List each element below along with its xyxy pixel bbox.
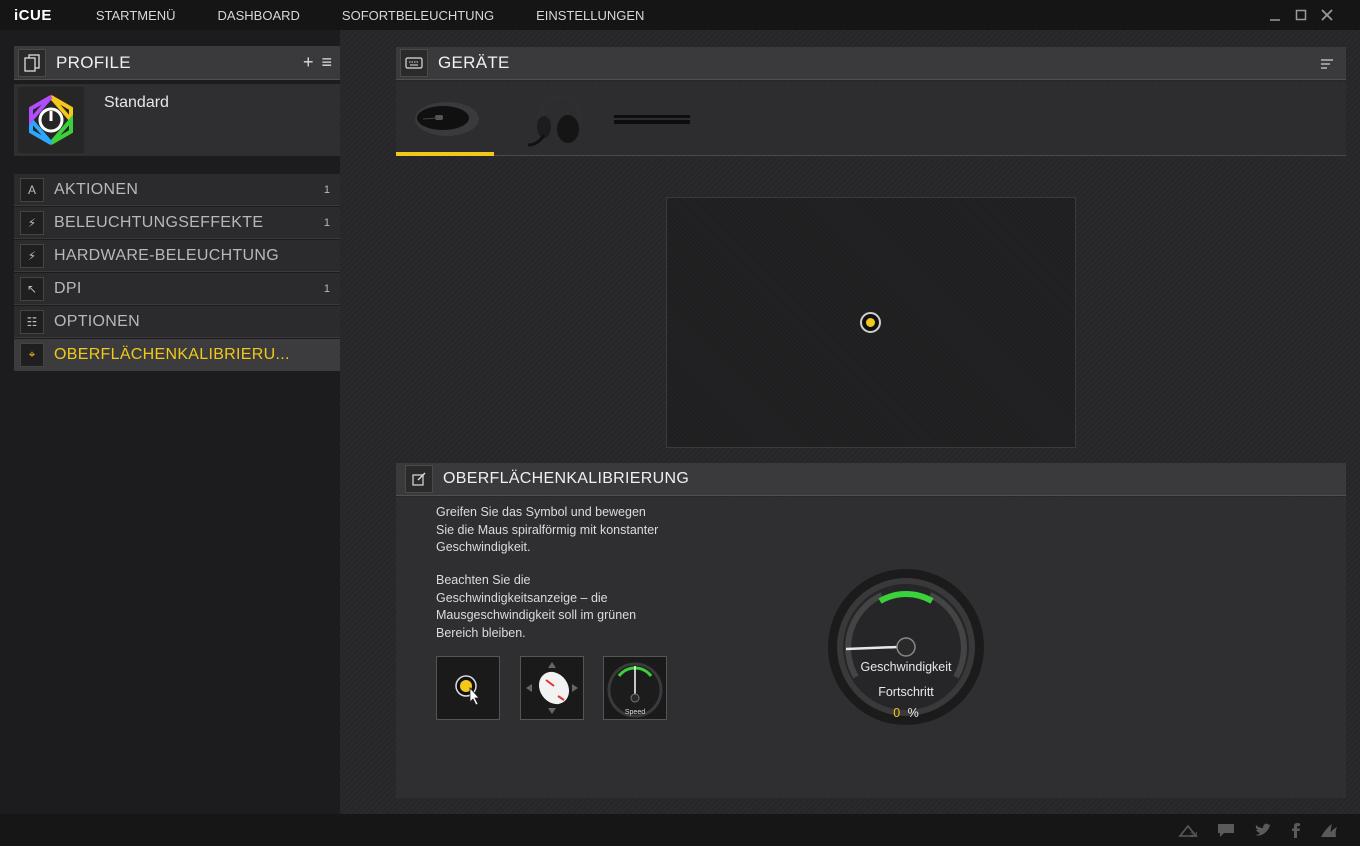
- nav-dashboard[interactable]: DASHBOARD: [218, 8, 300, 23]
- profile-name: Standard: [104, 94, 169, 111]
- menu-item-count: 1: [323, 282, 330, 295]
- profile-menu: A AKTIONEN 1 ⚡ BELEUCHTUNGSEFFEKTE 1 ⚡ H…: [14, 174, 340, 371]
- step-move-mouse-icon: [520, 656, 584, 720]
- profiles-icon: [18, 48, 46, 77]
- headset-icon: [527, 93, 583, 147]
- menu-item-dpi[interactable]: ↖ DPI 1: [14, 273, 340, 305]
- instruction-text-1: Greifen Sie das Symbol und bewegen Sie d…: [436, 505, 659, 554]
- menu-item-label: OBERFLÄCHENKALIBRIERU...: [54, 345, 290, 363]
- left-panel: PROFILE + ≡ Standard A AKTIONEN 1 ⚡ BELE…: [14, 46, 340, 372]
- keyboard-icon: [400, 49, 428, 77]
- crosshair-icon: ⌖: [20, 342, 44, 367]
- nav-startmenu[interactable]: STARTMENÜ: [96, 8, 176, 23]
- nav-instant-lighting[interactable]: SOFORTBELEUCHTUNG: [342, 8, 494, 23]
- progress-unit: %: [907, 706, 919, 720]
- support-icon[interactable]: 24: [1178, 822, 1198, 841]
- device-tabs: [396, 82, 1346, 156]
- lightning-icon: ⚡: [20, 243, 44, 268]
- progress-value: 0: [893, 706, 901, 720]
- menu-item-label: OPTIONEN: [54, 312, 140, 330]
- mouse-icon: [415, 102, 479, 136]
- corsair-logo-icon[interactable]: [1320, 822, 1340, 841]
- twitter-icon[interactable]: [1254, 822, 1272, 841]
- devices-title: GERÄTE: [438, 53, 510, 72]
- mousepad-icon: [614, 115, 690, 124]
- sort-menu-icon[interactable]: [1320, 57, 1334, 75]
- menu-item-label: DPI: [54, 279, 82, 297]
- edit-icon: [405, 465, 433, 493]
- device-tab-mouse[interactable]: [396, 82, 494, 156]
- menu-item-label: AKTIONEN: [54, 180, 139, 198]
- menu-item-count: 1: [323, 183, 330, 196]
- profiles-menu-button[interactable]: ≡: [321, 52, 332, 73]
- instruction-text-2: Beachten Sie die Geschwindigkeitsanzeige…: [436, 573, 637, 640]
- calibration-target-handle[interactable]: [860, 312, 881, 333]
- progress-readout: 0 %: [826, 706, 986, 720]
- gauge-speed-label: Geschwindigkeit: [860, 660, 952, 674]
- menu-item-actions[interactable]: A AKTIONEN 1: [14, 174, 340, 206]
- gauge-progress-label: Fortschritt: [878, 685, 934, 699]
- profile-item-standard[interactable]: Standard: [14, 84, 340, 156]
- forum-chat-icon[interactable]: [1216, 822, 1236, 841]
- menu-item-count: 1: [323, 216, 330, 229]
- menu-item-label: HARDWARE-BELEUCHTUNG: [54, 246, 279, 264]
- svg-text:24: 24: [1190, 832, 1198, 838]
- title-bar: iCUE STARTMENÜ DASHBOARD SOFORTBELEUCHTU…: [0, 0, 1360, 30]
- footer-bar: 24: [0, 814, 1360, 846]
- menu-item-lighting-effects[interactable]: ⚡ BELEUCHTUNGSEFFEKTE 1: [14, 207, 340, 239]
- lightning-icon: ⚡: [20, 210, 44, 235]
- maximize-icon[interactable]: [1288, 6, 1314, 24]
- menu-item-hardware-lighting[interactable]: ⚡ HARDWARE-BELEUCHTUNG: [14, 240, 340, 272]
- device-tab-headset[interactable]: [506, 82, 604, 156]
- profiles-header: PROFILE + ≡: [14, 46, 340, 80]
- menu-item-surface-calibration[interactable]: ⌖ OBERFLÄCHENKALIBRIERU...: [14, 339, 340, 371]
- step-grab-icon: [436, 656, 500, 720]
- add-profile-button[interactable]: +: [303, 52, 314, 73]
- step-speed-gauge-icon: Speed: [603, 656, 667, 720]
- thumb-speed-label: Speed: [625, 709, 645, 716]
- devices-header: GERÄTE: [396, 47, 1346, 80]
- facebook-icon[interactable]: [1290, 822, 1302, 841]
- nav-settings[interactable]: EINSTELLUNGEN: [536, 8, 644, 23]
- profile-logo-icon: [18, 87, 84, 153]
- close-icon[interactable]: [1314, 6, 1340, 24]
- menu-item-options[interactable]: ☷ OPTIONEN: [14, 306, 340, 338]
- device-tab-mousepad[interactable]: [602, 82, 702, 156]
- cursor-icon: ↖: [20, 276, 44, 301]
- profiles-title: PROFILE: [56, 52, 131, 72]
- letter-a-icon: A: [20, 177, 44, 202]
- menu-item-label: BELEUCHTUNGSEFFEKTE: [54, 213, 264, 231]
- app-logo: iCUE: [14, 6, 52, 24]
- calibration-title: OBERFLÄCHENKALIBRIERUNG: [443, 470, 690, 487]
- calibration-header: OBERFLÄCHENKALIBRIERUNG: [396, 463, 1346, 496]
- minimize-icon[interactable]: [1262, 6, 1288, 24]
- window-controls: [1262, 6, 1340, 24]
- speed-progress-gauge: Geschwindigkeit Fortschritt 0 %: [826, 567, 986, 727]
- options-icon: ☷: [20, 309, 44, 334]
